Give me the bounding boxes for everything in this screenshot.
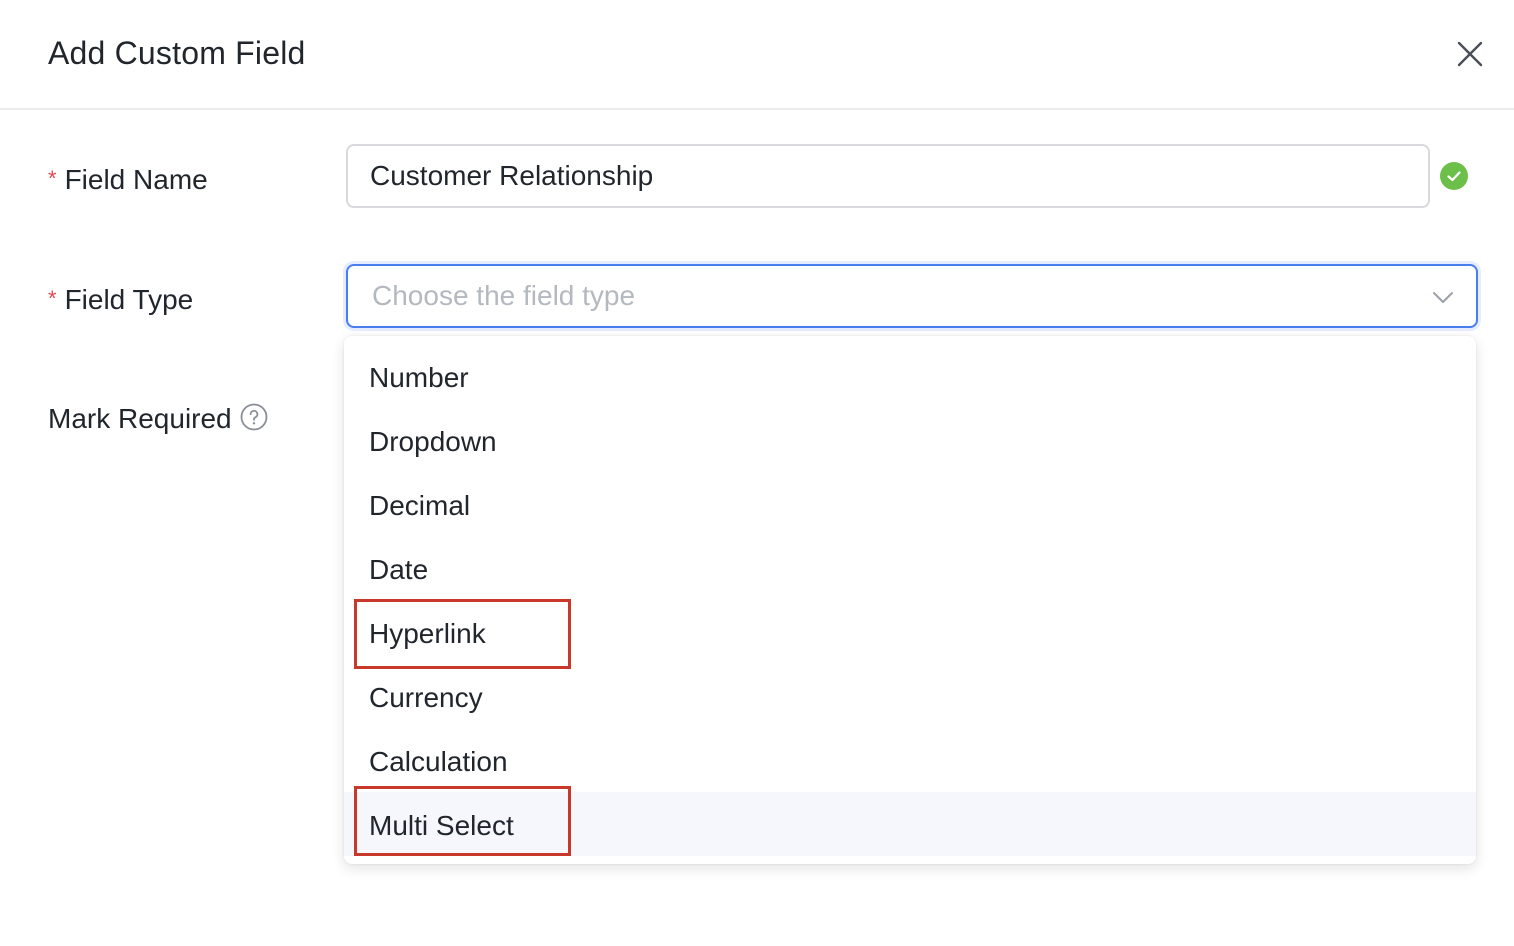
required-marker: * <box>48 166 57 191</box>
field-name-input[interactable] <box>346 144 1430 208</box>
help-circle-icon[interactable] <box>240 403 268 431</box>
option-number[interactable]: Number <box>344 344 1476 408</box>
option-currency[interactable]: Currency <box>344 664 1476 728</box>
option-label: Number <box>369 362 469 393</box>
mark-required-label: Mark Required <box>48 401 268 437</box>
mark-required-label-text: Mark Required <box>48 403 232 434</box>
field-name-label-text: Field Name <box>64 164 208 195</box>
option-label: Decimal <box>369 490 471 521</box>
field-type-placeholder: Choose the field type <box>372 280 636 311</box>
option-label: Hyperlink <box>369 618 486 649</box>
field-type-label-text: Field Type <box>64 284 194 315</box>
option-label: Calculation <box>369 746 508 777</box>
field-type-label: * Field Type <box>48 282 193 320</box>
dialog-header: Add Custom Field <box>0 0 1514 110</box>
option-label: Dropdown <box>369 426 497 457</box>
option-dropdown[interactable]: Dropdown <box>344 408 1476 472</box>
field-name-label: * Field Name <box>48 162 208 200</box>
option-date[interactable]: Date <box>344 536 1476 600</box>
check-circle-icon <box>1440 162 1468 190</box>
option-label: Currency <box>369 682 483 713</box>
required-marker: * <box>48 286 57 311</box>
field-type-select[interactable]: Choose the field type <box>346 264 1478 328</box>
field-type-dropdown: Number Dropdown Decimal Date Hyperlink C… <box>344 336 1476 864</box>
option-multi-select[interactable]: Multi Select <box>344 792 1476 856</box>
option-hyperlink[interactable]: Hyperlink <box>344 600 1476 664</box>
dialog-title: Add Custom Field <box>48 35 306 71</box>
option-decimal[interactable]: Decimal <box>344 472 1476 536</box>
chevron-down-icon <box>1430 284 1456 310</box>
add-custom-field-dialog: Add Custom Field * Field Name * Field Type… <box>0 0 1514 946</box>
option-label: Multi Select <box>369 810 514 841</box>
close-button[interactable] <box>1452 36 1488 72</box>
close-icon <box>1457 41 1483 67</box>
option-label: Date <box>369 554 429 585</box>
option-calculation[interactable]: Calculation <box>344 728 1476 792</box>
